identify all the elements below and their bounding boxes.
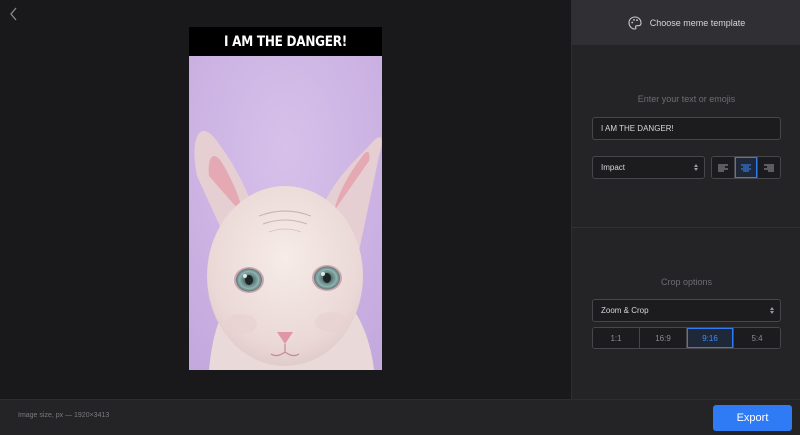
align-right-button[interactable] (758, 157, 780, 178)
editor-side-panel: Choose meme template Enter your text or … (571, 0, 800, 399)
choose-template-button[interactable]: Choose meme template (572, 0, 800, 45)
meme-editor: I AM THE DANGER! Choose meme template En… (0, 0, 800, 435)
font-select[interactable]: Impact (592, 156, 705, 179)
align-left-icon (718, 164, 728, 171)
aspect-ratio-group: 1:1 16:9 9:16 5:4 (592, 327, 781, 349)
meme-text-input[interactable] (592, 117, 781, 140)
align-left-button[interactable] (712, 157, 735, 178)
meme-preview[interactable]: I AM THE DANGER! (189, 27, 382, 370)
text-section-label: Enter your text or emojis (637, 94, 736, 104)
align-center-icon (741, 164, 751, 171)
panel-divider (572, 227, 800, 228)
template-button-label: Choose meme template (649, 17, 746, 28)
cat-photo-image (189, 56, 382, 370)
font-select-value: Impact (601, 163, 626, 172)
select-arrows-icon (694, 164, 698, 171)
palette-icon (628, 15, 642, 30)
crop-select-value: Zoom & Crop (601, 306, 649, 315)
image-size-text: Image size, px — 1920×3413 (18, 412, 110, 419)
crop-section-label: Crop options (660, 277, 713, 287)
text-align-group (711, 156, 781, 179)
align-center-button[interactable] (735, 157, 758, 178)
meme-caption[interactable]: I AM THE DANGER! (224, 34, 347, 50)
meme-caption-bar: I AM THE DANGER! (189, 27, 382, 56)
bottom-bar: Image size, px — 1920×3413 Export (0, 399, 800, 435)
select-arrows-icon (770, 307, 774, 314)
meme-photo (189, 56, 382, 370)
back-button[interactable] (6, 6, 22, 22)
canvas-area: I AM THE DANGER! (0, 0, 571, 399)
ratio-5-4-button[interactable]: 5:4 (734, 328, 780, 348)
align-right-icon (764, 164, 774, 171)
ratio-1-1-button[interactable]: 1:1 (593, 328, 640, 348)
chevron-left-icon (10, 7, 17, 21)
ratio-9-16-button[interactable]: 9:16 (687, 328, 734, 348)
export-button[interactable]: Export (713, 405, 792, 431)
crop-mode-select[interactable]: Zoom & Crop (592, 299, 781, 322)
ratio-16-9-button[interactable]: 16:9 (640, 328, 687, 348)
